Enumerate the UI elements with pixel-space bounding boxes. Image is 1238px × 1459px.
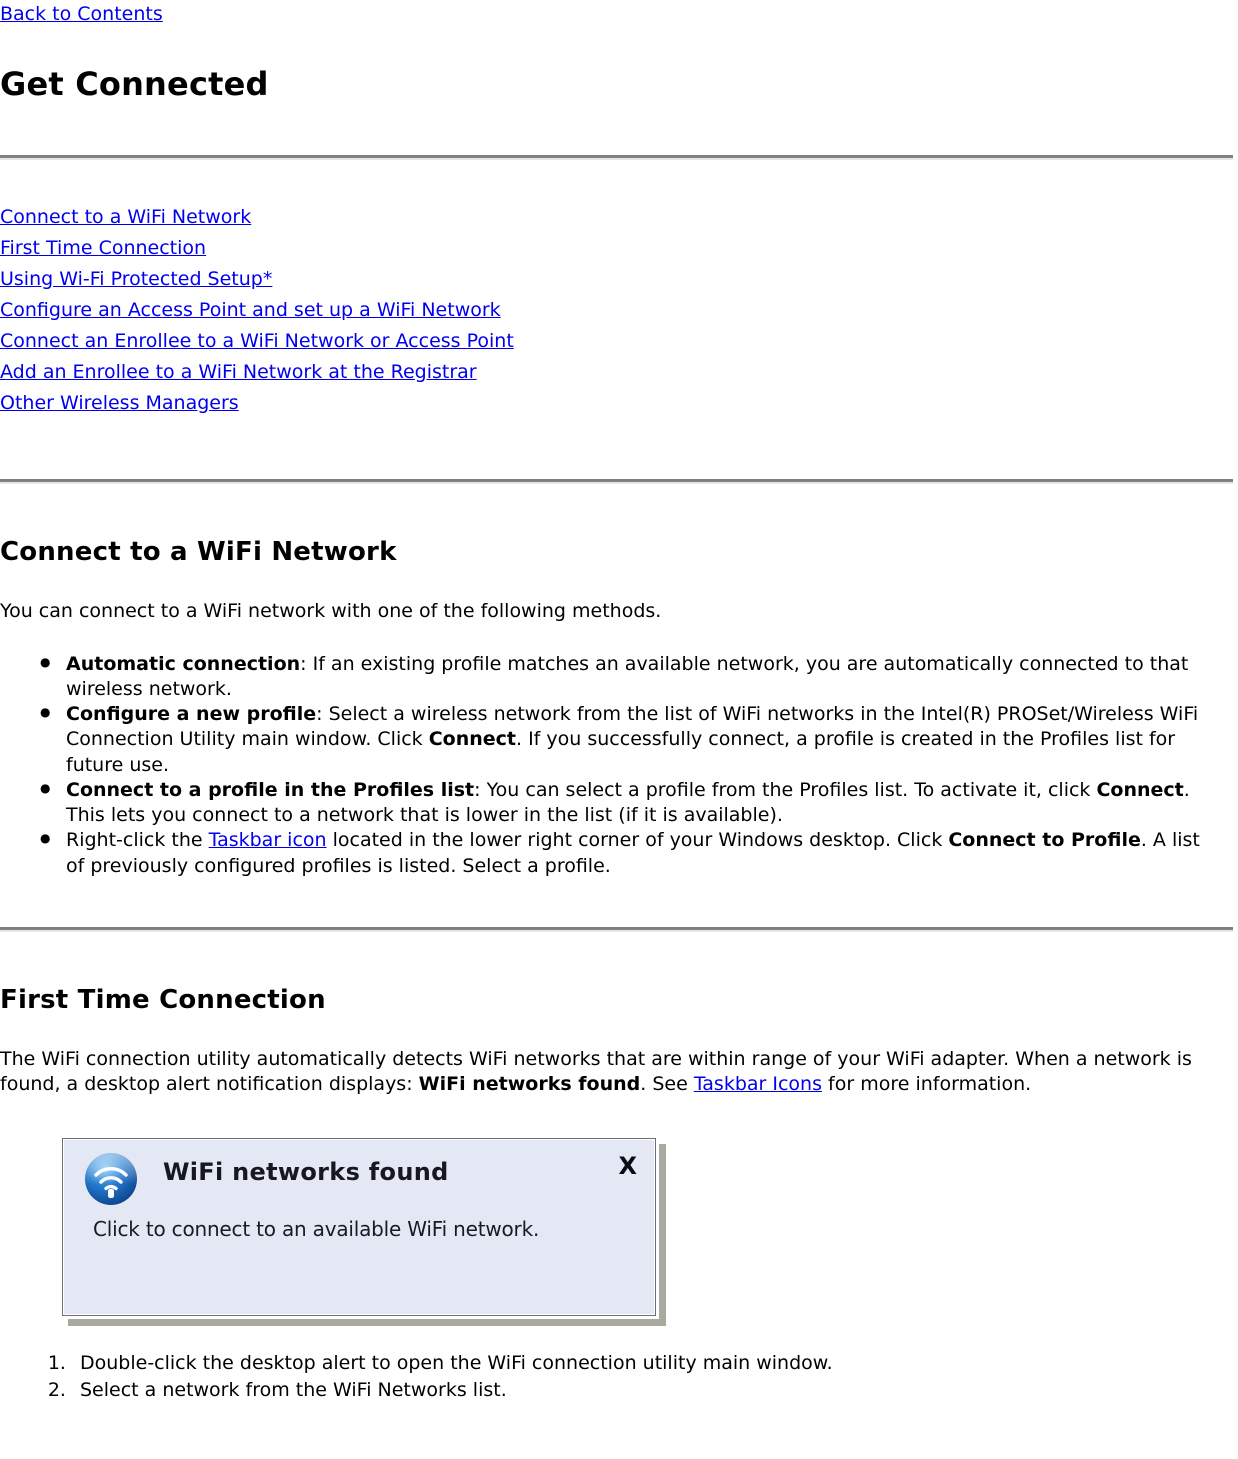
toc-link-using-wifi-protected-setup[interactable]: Using Wi-Fi Protected Setup* [0,264,272,295]
list-item: Automatic connection: If an existing pro… [40,651,1238,703]
alert-title: WiFi networks found [163,1157,449,1186]
paragraph-emph-wifi-networks-found: WiFi networks found [418,1072,641,1095]
section-first-time-connection: First Time Connection The WiFi connectio… [0,984,1238,1403]
section-heading-first-time-connection: First Time Connection [0,985,326,1016]
paragraph-text: . See [640,1072,694,1095]
list-item: Right-click the Taskbar icon located in … [40,827,1238,879]
section-intro-paragraph: You can connect to a WiFi network with o… [0,600,662,623]
document-page: Back to Contents Get Connected Connect t… [0,0,1238,1403]
section-connect-to-a-wifi-network: Connect to a WiFi Network You can connec… [0,536,1238,879]
bullet-text: Right-click the [66,829,209,852]
wifi-signal-icon [83,1151,139,1207]
toc-link-configure-an-access-point[interactable]: Configure an Access Point and set up a W… [0,295,501,326]
bullet-emph-connect-to-profile: Connect to Profile [948,829,1141,852]
connection-methods-list: Automatic connection: If an existing pro… [0,651,1238,879]
bullet-emph-connect: Connect [1096,778,1184,801]
taskbar-icons-link[interactable]: Taskbar Icons [694,1073,822,1095]
paragraph-text: for more information. [822,1072,1032,1095]
toc-link-add-an-enrollee[interactable]: Add an Enrollee to a WiFi Network at the… [0,357,477,388]
bullet-lead-connect-to-a-profile: Connect to a profile in the Profiles lis… [66,778,475,801]
list-item: Select a network from the WiFi Networks … [72,1377,1238,1404]
toc-link-other-wireless-managers[interactable]: Other Wireless Managers [0,388,239,419]
table-of-contents: Connect to a WiFi Network First Time Con… [0,202,1238,419]
list-item: Connect to a profile in the Profiles lis… [40,777,1238,829]
list-item: Configure a new profile: Select a wirele… [40,701,1238,778]
divider-after-toc [0,479,1238,485]
bullet-lead-configure-a-new-profile: Configure a new profile [66,703,317,726]
toc-link-connect-an-enrollee[interactable]: Connect an Enrollee to a WiFi Network or… [0,326,514,357]
first-time-connection-paragraph: The WiFi connection utility automaticall… [0,1047,1238,1096]
desktop-alert-figure: WiFi networks found X Click to connect t… [0,1134,1238,1326]
bullet-text: located in the lower right corner of you… [326,829,949,852]
close-icon[interactable]: X [618,1151,637,1182]
bullet-text: : You can select a profile from the Prof… [474,778,1097,801]
page-title: Get Connected [0,65,269,104]
alert-body-text: Click to connect to an available WiFi ne… [93,1216,540,1241]
desktop-alert-shadow: WiFi networks found X Click to connect t… [59,1134,666,1326]
bullet-lead-automatic-connection: Automatic connection [66,652,301,675]
section-heading-connect-to-a-wifi-network: Connect to a WiFi Network [0,537,397,568]
desktop-alert-popup[interactable]: WiFi networks found X Click to connect t… [59,1134,659,1319]
divider-top [0,155,1238,161]
first-time-connection-steps: Double-click the desktop alert to open t… [0,1350,1238,1403]
list-item: Double-click the desktop alert to open t… [72,1350,1238,1377]
back-to-contents-link[interactable]: Back to Contents [0,2,163,26]
bullet-emph-connect: Connect [428,728,516,751]
taskbar-icon-link[interactable]: Taskbar icon [209,829,327,851]
toc-link-first-time-connection[interactable]: First Time Connection [0,233,206,264]
toc-link-connect-to-a-wifi-network[interactable]: Connect to a WiFi Network [0,202,251,233]
divider-after-methods [0,927,1238,933]
